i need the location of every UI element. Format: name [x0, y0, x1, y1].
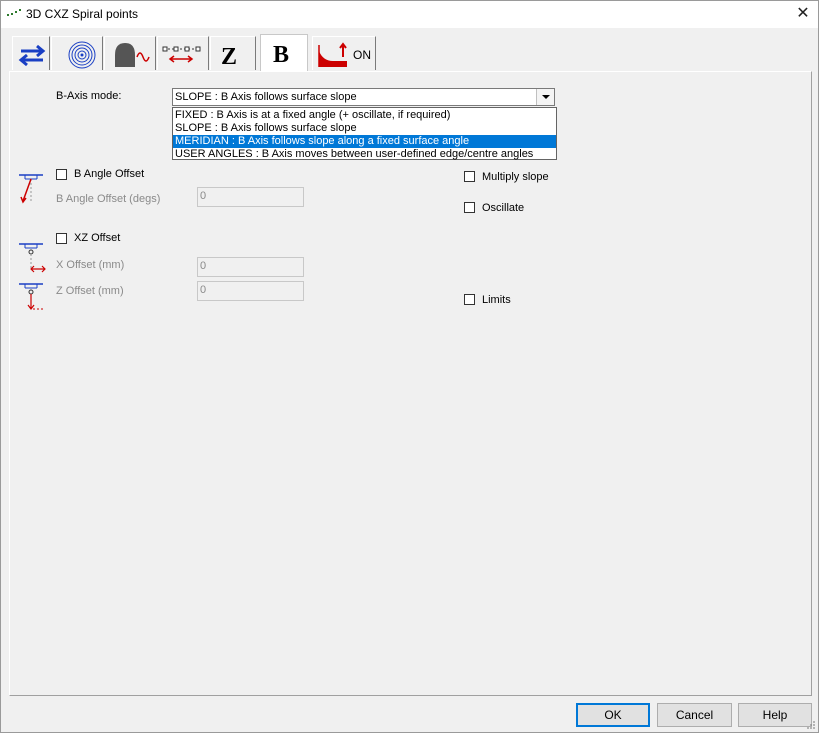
app-icon — [7, 9, 21, 16]
multiply-slope-label: Multiply slope — [482, 171, 549, 183]
cancel-button[interactable]: Cancel — [657, 703, 732, 727]
tab-spiral[interactable] — [51, 36, 103, 70]
tab-b[interactable]: B — [260, 34, 308, 72]
xz-offset-label: XZ Offset — [74, 232, 121, 244]
tab-z-label: Z — [221, 44, 237, 70]
close-icon: ✕ — [796, 5, 810, 22]
limits-checkbox[interactable] — [464, 294, 475, 305]
b-axis-mode-select[interactable]: SLOPE : B Axis follows surface slope — [172, 88, 555, 106]
option-fixed[interactable]: FIXED : B Axis is at a fixed angle (+ os… — [173, 109, 556, 122]
b-angle-offset-label: B Angle Offset — [74, 168, 145, 180]
ok-button[interactable]: OK — [576, 703, 650, 727]
tool-profile-icon — [115, 43, 150, 67]
limits-label: Limits — [482, 294, 511, 306]
b-axis-mode-label: B-Axis mode: — [56, 90, 122, 102]
b-angle-offset-input[interactable]: 0 — [197, 187, 304, 207]
tab-points[interactable] — [157, 36, 209, 70]
points-icon — [162, 46, 201, 63]
b-angle-offset-field-label: B Angle Offset (degs) — [56, 193, 161, 205]
x-offset-input[interactable]: 0 — [197, 257, 304, 277]
angle-offset-icon — [19, 174, 43, 204]
tab-panel — [9, 71, 812, 696]
z-offset-label: Z Offset (mm) — [56, 285, 124, 297]
title-bar: 3D CXZ Spiral points ✕ — [1, 1, 818, 28]
b-axis-mode-dropdown: FIXED : B Axis is at a fixed angle (+ os… — [172, 107, 557, 160]
tab-on-label: ON — [353, 48, 371, 62]
chevron-down-icon[interactable] — [536, 89, 554, 105]
tab-z[interactable]: Z — [210, 36, 256, 70]
oscillate-label: Oscillate — [482, 202, 525, 214]
tab-tool-profile[interactable] — [104, 36, 156, 70]
z-letter-icon: Z — [221, 44, 237, 70]
window-title: 3D CXZ Spiral points — [26, 7, 139, 21]
spiral-icon — [68, 41, 96, 69]
z-offset-icon — [19, 283, 45, 310]
option-slope[interactable]: SLOPE : B Axis follows surface slope — [173, 122, 556, 135]
b-axis-mode-value: SLOPE : B Axis follows surface slope — [175, 91, 357, 103]
dialog-window: 3D CXZ Spiral points ✕ Z B ON B-Axis mod… — [0, 0, 819, 733]
option-user-angles[interactable]: USER ANGLES : B Axis moves between user-… — [173, 148, 556, 161]
close-button[interactable]: ✕ — [788, 1, 818, 28]
limits-icon: ON — [318, 42, 371, 67]
swap-arrows-icon — [18, 44, 46, 67]
help-button[interactable]: Help — [738, 703, 812, 727]
x-offset-label: X Offset (mm) — [56, 259, 125, 271]
tab-b-label: B — [273, 42, 289, 68]
tab-limits-on[interactable]: ON — [312, 36, 376, 70]
oscillate-checkbox[interactable] — [464, 202, 475, 213]
option-meridian[interactable]: MERIDIAN : B Axis follows slope along a … — [173, 135, 556, 148]
multiply-slope-checkbox[interactable] — [464, 171, 475, 182]
xz-offset-checkbox[interactable] — [56, 233, 67, 244]
resize-grip-icon[interactable] — [806, 720, 816, 730]
x-offset-icon — [19, 243, 46, 273]
b-letter-icon: B — [273, 42, 289, 68]
tab-direction[interactable] — [12, 36, 50, 70]
z-offset-input[interactable]: 0 — [197, 281, 304, 301]
b-angle-offset-checkbox[interactable] — [56, 169, 67, 180]
